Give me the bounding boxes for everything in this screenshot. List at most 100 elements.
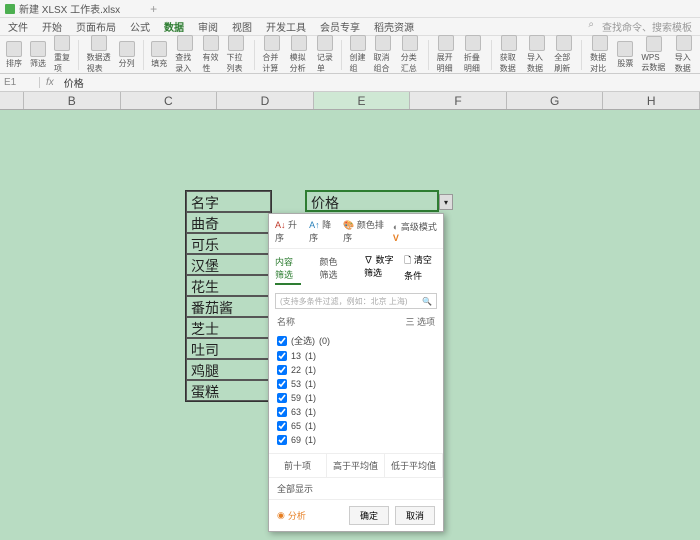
tool-dropdown[interactable]: 下拉列表	[227, 35, 246, 74]
col-E[interactable]: E	[314, 92, 411, 109]
file-tab[interactable]: 新建 XLSX 工作表.xlsx	[5, 1, 120, 16]
tool-sort[interactable]: 排序	[6, 41, 22, 69]
grid[interactable]: 名字 曲奇 可乐 汉堡 花生 番茄酱 芝士 吐司 鸡腿 蛋糕 价格 ▾ A↓ 升…	[0, 110, 700, 540]
tool-subtotal[interactable]: 分类汇总	[401, 35, 420, 74]
cell-d3[interactable]: 可乐	[186, 233, 271, 254]
tool-pivot[interactable]: 数据透视表	[87, 35, 111, 74]
data-table: 名字 曲奇 可乐 汉堡 花生 番茄酱 芝士 吐司 鸡腿 蛋糕	[185, 190, 272, 402]
cell-d8[interactable]: 吐司	[186, 338, 271, 359]
cell-d5[interactable]: 花生	[186, 275, 271, 296]
sort-color[interactable]: 🎨 颜色排序	[343, 218, 385, 244]
filter-panel: A↓ 升序 A↑ 降序 🎨 颜色排序 ◐ 高级模式 V 内容筛选 颜色筛选 ∇ …	[268, 213, 444, 532]
menubar: 文件 开始 页面布局 公式 数据 审阅 视图 开发工具 会员专享 稻壳资源 ⌕ …	[0, 18, 700, 36]
tool-ungroup[interactable]: 取消组合	[374, 35, 393, 74]
list-head-name: 名称	[277, 315, 295, 328]
cell-d7[interactable]: 芝士	[186, 317, 271, 338]
tool-filter[interactable]: 筛选	[30, 41, 46, 69]
formula-input[interactable]: 价格	[60, 75, 700, 90]
list-head-options[interactable]: 三 选项	[405, 315, 435, 328]
show-all[interactable]: 全部显示	[269, 477, 443, 499]
tool-import[interactable]: 导入数据	[527, 35, 546, 74]
filter-search[interactable]: (支持多条件过滤，例如：北京 上海) 🔍	[275, 293, 437, 309]
tool-refresh[interactable]: 全部刷新	[554, 35, 573, 74]
col-B[interactable]: B	[24, 92, 121, 109]
analysis-link[interactable]: ◉ 分析	[277, 509, 306, 522]
tab-number-filter[interactable]: ∇ 数字筛选	[364, 253, 398, 285]
filename: 新建 XLSX 工作表.xlsx	[19, 1, 120, 16]
tool-getdata[interactable]: 获取数据	[500, 35, 519, 74]
fx-icon[interactable]: fx	[40, 77, 60, 88]
cell-d4[interactable]: 汉堡	[186, 254, 271, 275]
btn-below-avg[interactable]: 低于平均值	[385, 454, 443, 477]
ribbon-toolbar: 排序 筛选 重复项 数据透视表 分列 填充 查找录入 有效性 下拉列表 合并计算…	[0, 36, 700, 74]
tab-content-filter[interactable]: 内容筛选	[275, 253, 301, 285]
filter-item-all[interactable]: (全选)(0)	[277, 332, 435, 349]
new-tab-button[interactable]: +	[150, 2, 157, 16]
menu-data[interactable]: 数据	[164, 19, 184, 34]
sort-asc[interactable]: A↓ 升序	[275, 218, 301, 244]
menu-member[interactable]: 会员专享	[320, 19, 360, 34]
tool-consolidate[interactable]: 合并计算	[262, 35, 281, 74]
menu-formula[interactable]: 公式	[130, 19, 150, 34]
filter-dropdown-icon[interactable]: ▾	[439, 194, 453, 210]
search-placeholder[interactable]: 查找命令、搜索模板	[602, 19, 692, 34]
btn-top10[interactable]: 前十项	[269, 454, 327, 477]
search-icon[interactable]: ⌕	[588, 19, 594, 34]
filter-item[interactable]: 59(1)	[277, 391, 435, 405]
cell-d2[interactable]: 曲奇	[186, 212, 271, 233]
tool-dup[interactable]: 重复项	[54, 35, 70, 74]
filter-item[interactable]: 53(1)	[277, 377, 435, 391]
menu-file[interactable]: 文件	[8, 19, 28, 34]
filter-item[interactable]: 22(1)	[277, 363, 435, 377]
tool-lookup[interactable]: 查找录入	[175, 35, 194, 74]
col-F[interactable]: F	[410, 92, 507, 109]
tool-validate[interactable]: 有效性	[203, 35, 219, 74]
menu-home[interactable]: 开始	[42, 19, 62, 34]
file-icon	[5, 4, 15, 14]
menu-resources[interactable]: 稻壳资源	[374, 19, 414, 34]
tool-fill[interactable]: 填充	[151, 41, 167, 69]
select-all-corner[interactable]	[0, 92, 24, 109]
tool-split[interactable]: 分列	[119, 41, 135, 69]
menu-dev[interactable]: 开发工具	[266, 19, 306, 34]
search-placeholder-text: (支持多条件过滤，例如：北京 上海)	[280, 296, 408, 307]
cell-d9[interactable]: 鸡腿	[186, 359, 271, 380]
menu-review[interactable]: 审阅	[198, 19, 218, 34]
filter-list: (全选)(0) 13(1) 22(1) 53(1) 59(1) 63(1) 65…	[269, 330, 443, 453]
tool-expand[interactable]: 展开明细	[437, 35, 456, 74]
sort-desc[interactable]: A↑ 降序	[309, 218, 335, 244]
menu-layout[interactable]: 页面布局	[76, 19, 116, 34]
tab-clear[interactable]: 🗋 清空条件	[404, 253, 437, 285]
ok-button[interactable]: 确定	[349, 506, 389, 525]
tool-whatif[interactable]: 模拟分析	[290, 35, 309, 74]
tab-color-filter[interactable]: 颜色筛选	[319, 253, 345, 285]
menu-view[interactable]: 视图	[232, 19, 252, 34]
search-icon[interactable]: 🔍	[422, 297, 432, 306]
tool-collapse[interactable]: 折叠明细	[464, 35, 483, 74]
filter-item[interactable]: 69(1)	[277, 433, 435, 447]
active-cell-E1[interactable]: 价格 ▾	[305, 190, 439, 212]
name-box[interactable]: E1	[0, 77, 40, 88]
tool-cloud[interactable]: WPS云数据	[641, 36, 666, 73]
titlebar: 新建 XLSX 工作表.xlsx +	[0, 0, 700, 18]
cancel-button[interactable]: 取消	[395, 506, 435, 525]
header-name[interactable]: 名字	[186, 191, 271, 212]
col-C[interactable]: C	[121, 92, 218, 109]
advanced-mode[interactable]: ◐ 高级模式 V	[393, 220, 437, 243]
tool-stock[interactable]: 股票	[617, 41, 633, 69]
cell-d10[interactable]: 蛋糕	[186, 380, 271, 401]
tool-import2[interactable]: 导入数据	[675, 35, 694, 74]
column-headers: B C D E F G H	[0, 92, 700, 110]
filter-item[interactable]: 13(1)	[277, 349, 435, 363]
tool-group[interactable]: 创建组	[350, 35, 366, 74]
btn-above-avg[interactable]: 高于平均值	[327, 454, 385, 477]
col-D[interactable]: D	[217, 92, 314, 109]
col-H[interactable]: H	[603, 92, 700, 109]
col-G[interactable]: G	[507, 92, 604, 109]
filter-item[interactable]: 63(1)	[277, 405, 435, 419]
filter-item[interactable]: 65(1)	[277, 419, 435, 433]
cell-d6[interactable]: 番茄酱	[186, 296, 271, 317]
tool-record[interactable]: 记录单	[317, 35, 333, 74]
active-cell-value: 价格	[311, 195, 339, 211]
tool-compare[interactable]: 数据对比	[590, 35, 609, 74]
